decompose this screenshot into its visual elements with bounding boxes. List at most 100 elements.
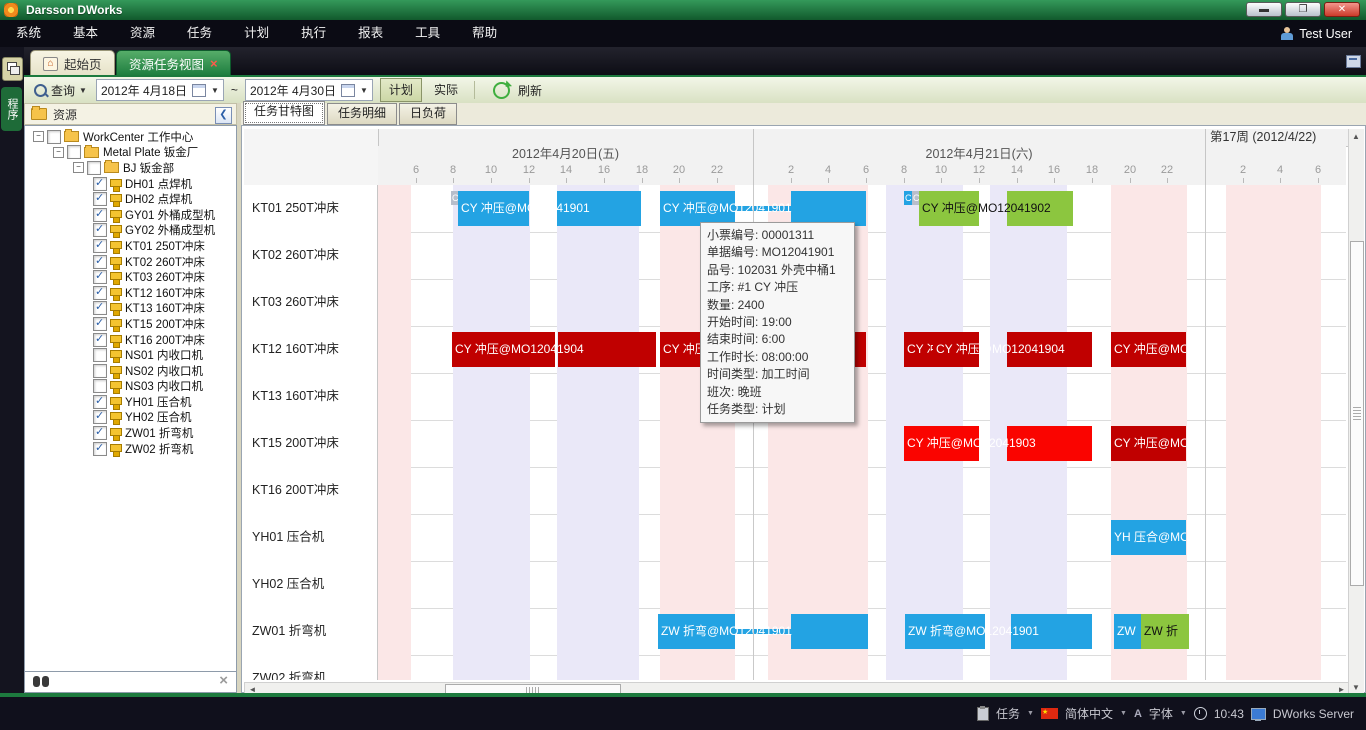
chevron-down-icon[interactable]: ▼ xyxy=(1180,710,1187,717)
menu-item-7[interactable]: 工具 xyxy=(399,20,456,47)
program-vertical-tab[interactable]: 程序 xyxy=(1,87,22,131)
view-tab-2[interactable]: 日负荷 xyxy=(399,103,457,125)
menu-item-5[interactable]: 执行 xyxy=(285,20,342,47)
expander-icon[interactable]: − xyxy=(53,147,64,158)
minimize-button[interactable]: ▬ xyxy=(1246,2,1282,17)
view-tab-1[interactable]: 任务明细 xyxy=(327,103,397,125)
tab-close-icon[interactable]: × xyxy=(210,57,218,70)
tree-checkbox[interactable] xyxy=(93,286,107,300)
tree-item[interactable]: GY02 外桶成型机 xyxy=(25,223,236,239)
tree-item[interactable]: YH02 压合机 xyxy=(25,410,236,426)
window-list-icon[interactable] xyxy=(1346,55,1361,68)
task-bar[interactable]: CY 冲压@MO1 xyxy=(1111,332,1186,367)
tree-checkbox[interactable] xyxy=(93,255,107,269)
menu-item-3[interactable]: 任务 xyxy=(171,20,228,47)
task-bar[interactable] xyxy=(791,191,866,226)
tree-checkbox[interactable] xyxy=(93,270,107,284)
tree-item[interactable]: KT03 260T冲床 xyxy=(25,269,236,285)
statusbar-task[interactable]: 任务 xyxy=(996,705,1020,722)
statusbar-language[interactable]: 简体中文 xyxy=(1065,705,1113,722)
tree-item[interactable]: ZW02 折弯机 xyxy=(25,441,236,457)
tree-checkbox[interactable] xyxy=(93,317,107,331)
task-bar[interactable]: CY 冲压@MO12041903 xyxy=(904,426,979,461)
task-bar[interactable]: CY 冲压@MO12041901 xyxy=(458,191,529,226)
tree-item[interactable]: KT02 260T冲床 xyxy=(25,254,236,270)
task-bar[interactable]: CY 冲压@MO12041904 xyxy=(452,332,555,367)
tree-item[interactable]: GY01 外桶成型机 xyxy=(25,207,236,223)
panel-dock-icon[interactable] xyxy=(2,57,23,81)
task-bar[interactable]: ZW 折弯@MO12041901 xyxy=(905,614,985,649)
tree-item[interactable]: KT13 160T冲床 xyxy=(25,301,236,317)
vscroll-thumb[interactable] xyxy=(1350,241,1364,586)
tree-checkbox[interactable] xyxy=(93,333,107,347)
task-bar[interactable]: CY 冲压@MO1 xyxy=(1111,426,1186,461)
menu-item-2[interactable]: 资源 xyxy=(114,20,171,47)
vertical-scrollbar[interactable]: ▲ ▼ xyxy=(1348,129,1364,695)
collapse-panel-button[interactable]: ❮ xyxy=(215,107,232,124)
tree-item[interactable]: −Metal Plate 钣金厂 xyxy=(25,145,236,161)
task-bar[interactable]: YH 压合@MO1 xyxy=(1111,520,1186,555)
task-bar[interactable]: C xyxy=(451,191,458,205)
tree-item[interactable]: KT15 200T冲床 xyxy=(25,316,236,332)
chevron-down-icon[interactable]: ▼ xyxy=(1027,710,1034,717)
restore-button[interactable]: ❐ xyxy=(1285,2,1321,17)
tree-checkbox[interactable] xyxy=(87,161,101,175)
tree-checkbox[interactable] xyxy=(93,410,107,424)
task-bar[interactable]: C xyxy=(912,191,919,205)
tree-checkbox[interactable] xyxy=(93,348,107,362)
tree-checkbox[interactable] xyxy=(93,177,107,191)
menu-item-0[interactable]: 系统 xyxy=(0,20,57,47)
plan-toggle-button[interactable]: 计划 xyxy=(380,78,422,102)
tree-item[interactable]: YH01 压合机 xyxy=(25,394,236,410)
tree-checkbox[interactable] xyxy=(67,145,81,159)
tree-checkbox[interactable] xyxy=(93,208,107,222)
statusbar-font[interactable]: 字体 xyxy=(1149,705,1173,722)
task-bar[interactable]: CY 冲压@MO12041902 xyxy=(919,191,979,226)
tree-checkbox[interactable] xyxy=(93,395,107,409)
menu-item-6[interactable]: 报表 xyxy=(342,20,399,47)
tree-checkbox[interactable] xyxy=(93,379,107,393)
scroll-up-icon[interactable]: ▲ xyxy=(1349,130,1363,143)
tree-item[interactable]: −BJ 钣金部 xyxy=(25,160,236,176)
view-tab-0[interactable]: 任务甘特图 xyxy=(243,101,325,125)
task-bar[interactable] xyxy=(791,614,868,649)
tree-item[interactable]: NS02 内收口机 xyxy=(25,363,236,379)
user-badge[interactable]: Test User xyxy=(1281,20,1352,47)
task-bar[interactable]: ZW xyxy=(1114,614,1141,649)
tab-resource-task-view[interactable]: 资源任务视图 × xyxy=(116,50,231,77)
expander-icon[interactable]: − xyxy=(73,162,84,173)
clear-filter-icon[interactable]: × xyxy=(219,672,228,689)
chevron-down-icon[interactable]: ▼ xyxy=(1120,710,1127,717)
menu-item-8[interactable]: 帮助 xyxy=(456,20,513,47)
tree-checkbox[interactable] xyxy=(93,192,107,206)
tree-checkbox[interactable] xyxy=(93,223,107,237)
query-button[interactable]: 查询 ▼ xyxy=(24,82,93,99)
tree-item[interactable]: NS03 内收口机 xyxy=(25,379,236,395)
tree-item[interactable]: KT12 160T冲床 xyxy=(25,285,236,301)
task-bar[interactable]: CY 冲 xyxy=(904,332,933,367)
tree-item[interactable]: KT01 250T冲床 xyxy=(25,238,236,254)
tree-item[interactable]: NS01 内收口机 xyxy=(25,347,236,363)
date-from-field[interactable]: 2012年 4月18日 ▼ xyxy=(96,79,224,101)
tab-home[interactable]: ⌂ 起始页 xyxy=(30,50,115,77)
tree-checkbox[interactable] xyxy=(93,239,107,253)
tree-item[interactable]: DH02 点焊机 xyxy=(25,191,236,207)
menu-item-4[interactable]: 计划 xyxy=(228,20,285,47)
find-icon[interactable] xyxy=(33,676,49,687)
tree-item[interactable]: DH01 点焊机 xyxy=(25,176,236,192)
task-list-icon[interactable] xyxy=(977,707,989,721)
task-bar[interactable]: CY 冲压@MO12041901 xyxy=(660,191,735,226)
tree-item[interactable]: KT16 200T冲床 xyxy=(25,332,236,348)
tree-checkbox[interactable] xyxy=(93,364,107,378)
refresh-button[interactable]: 刷新 xyxy=(483,82,548,99)
close-button[interactable]: ✕ xyxy=(1324,2,1360,17)
expander-icon[interactable]: − xyxy=(33,131,44,142)
task-bar[interactable]: CY 冲压@MO12041904 xyxy=(933,332,979,367)
tree-item[interactable]: ZW01 折弯机 xyxy=(25,425,236,441)
actual-toggle-button[interactable]: 实际 xyxy=(426,79,466,101)
tree-item[interactable]: −WorkCenter 工作中心 xyxy=(25,129,236,145)
tree-checkbox[interactable] xyxy=(93,442,107,456)
task-bar[interactable]: ZW 折弯@MO12041901 xyxy=(658,614,735,649)
tree-checkbox[interactable] xyxy=(93,301,107,315)
tree-checkbox[interactable] xyxy=(47,130,61,144)
